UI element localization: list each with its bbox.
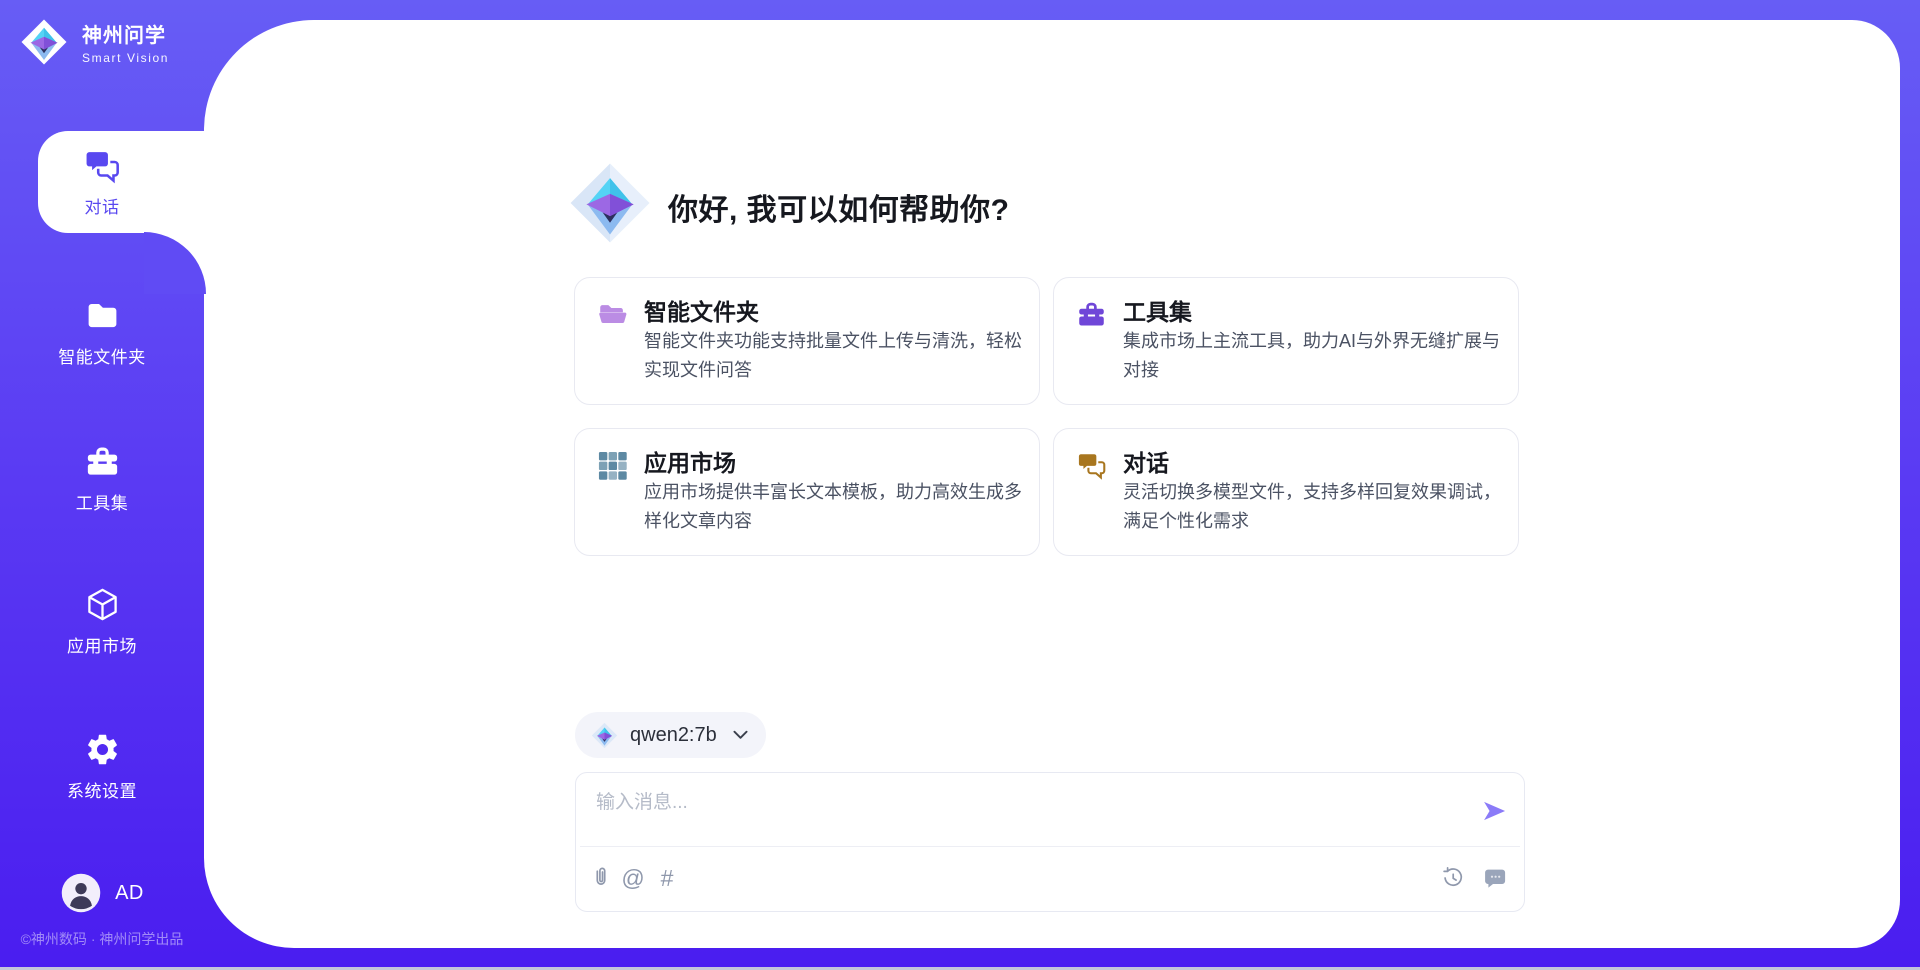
sidebar-item-label: 对话 [85,193,120,218]
card-toolset[interactable]: 工具集 集成市场上主流工具，助力AI与外界无缝扩展与对接 [1053,277,1519,405]
card-description: 集成市场上主流工具，助力AI与外界无缝扩展与对接 [1123,327,1515,385]
model-selector[interactable]: qwen2:7b [575,712,766,758]
quick-phrase-button[interactable] [1482,865,1508,891]
attachment-button[interactable] [588,865,614,891]
sidebar-item-settings[interactable]: 系统设置 [0,731,204,802]
history-button[interactable] [1440,865,1466,891]
chat-icon [83,147,121,185]
mention-button[interactable]: @ [620,865,646,891]
card-title: 应用市场 [644,444,736,478]
sidebar-item-chat[interactable]: 对话 [38,131,216,233]
brand-diamond-icon [568,161,652,245]
sidebar-item-label: 应用市场 [67,632,137,657]
toolbox-icon [1076,299,1107,330]
card-smart-folder[interactable]: 智能文件夹 智能文件夹功能支持批量文件上传与清洗，轻松实现文件问答 [574,277,1040,405]
message-composer: @ # [575,772,1525,912]
sidebar-item-label: 智能文件夹 [58,343,146,368]
card-chat[interactable]: 对话 灵活切换多模型文件，支持多样回复效果调试，满足个性化需求 [1053,428,1519,556]
card-title: 工具集 [1123,293,1192,327]
hash-icon: # [661,865,674,891]
brand-name: 神州问学 [82,19,169,48]
toolbox-icon [84,443,121,480]
greeting-title: 你好, 我可以如何帮助你? [668,185,1010,229]
model-logo-icon [591,722,618,749]
card-description: 智能文件夹功能支持批量文件上传与清洗，轻松实现文件问答 [644,327,1036,385]
message-input[interactable] [594,785,1478,841]
send-icon [1480,797,1508,825]
card-title: 对话 [1123,444,1169,478]
app-window: 你好, 我可以如何帮助你? 智能文件夹 智能文件夹功能支持批量文件上传与清洗，轻… [0,0,1920,970]
brand-logo: 神州问学 Smart Vision [20,18,169,66]
avatar [60,872,102,914]
main-panel: 你好, 我可以如何帮助你? 智能文件夹 智能文件夹功能支持批量文件上传与清洗，轻… [204,20,1900,948]
card-description: 应用市场提供丰富长文本模板，助力高效生成多样化文章内容 [644,478,1036,536]
tab-curve-decoration [144,232,206,294]
history-icon [1441,866,1465,890]
sidebar-item-label: 工具集 [76,489,129,514]
model-name: qwen2:7b [630,724,717,747]
user-initials: AD [115,882,144,905]
card-description: 灵活切换多模型文件，支持多样回复效果调试，满足个性化需求 [1123,478,1515,536]
chevron-down-icon [733,730,748,740]
folder-open-icon [597,299,628,330]
sidebar: 神州问学 Smart Vision 对话 智能文件夹 工具集 [0,0,204,970]
gear-icon [84,731,121,768]
topic-button[interactable]: # [654,865,680,891]
at-icon: @ [621,865,644,891]
sidebar-item-smart-folder[interactable]: 智能文件夹 [0,297,204,368]
card-title: 智能文件夹 [644,293,759,327]
grid-icon [597,450,628,481]
sidebar-item-label: 系统设置 [67,777,137,802]
cube-icon [84,586,121,623]
user-profile[interactable]: AD [0,872,204,914]
brand-diamond-icon [20,18,68,66]
sidebar-item-toolset[interactable]: 工具集 [0,443,204,514]
send-button[interactable] [1480,797,1508,825]
folder-icon [84,297,121,334]
paperclip-icon [589,866,613,890]
chat-icon [1076,450,1107,481]
sidebar-item-app-market[interactable]: 应用市场 [0,586,204,657]
chat-bubble-icon [1483,866,1507,890]
composer-divider [580,846,1520,847]
brand-subtitle: Smart Vision [82,51,169,65]
copyright-text: ©神州数码 · 神州问学出品 [0,929,204,949]
card-app-market[interactable]: 应用市场 应用市场提供丰富长文本模板，助力高效生成多样化文章内容 [574,428,1040,556]
